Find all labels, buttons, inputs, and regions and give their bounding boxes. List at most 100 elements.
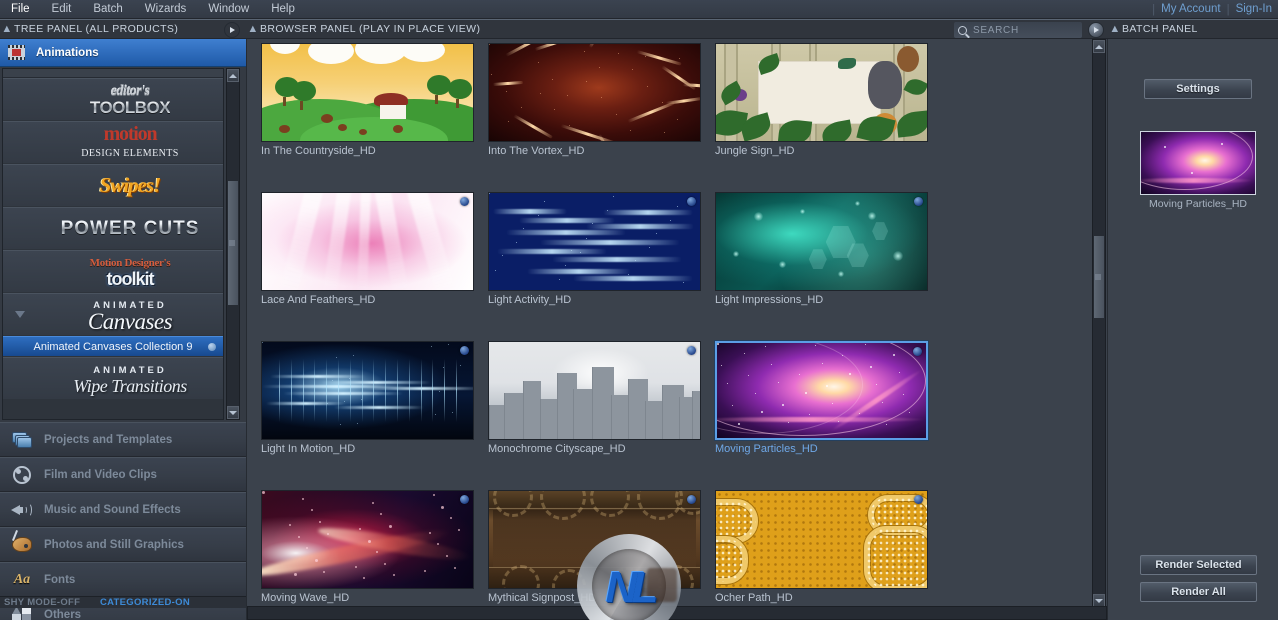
logo-line-1: Motion Designer's [89, 257, 171, 269]
thumbnail-cell[interactable]: Mythical Signpost_HD [488, 490, 701, 604]
triangle-right-icon[interactable] [3, 224, 37, 234]
search-icon [958, 25, 967, 35]
thumbnail-cell[interactable]: Ocher Path_HD [715, 490, 928, 604]
tree-item-editors-toolbox[interactable]: editor's TOOLBOX [3, 78, 223, 120]
thumbnail-cell[interactable]: Lace And Feathers_HD [261, 192, 474, 306]
thumbnail-image[interactable] [488, 192, 701, 291]
menu-edit[interactable]: Edit [41, 0, 83, 19]
search-input[interactable] [973, 24, 1073, 36]
menu-help[interactable]: Help [260, 0, 306, 19]
tree-item-motion-design-elements[interactable]: motion DESIGN ELEMENTS [3, 121, 223, 163]
film-reel-icon [0, 465, 44, 484]
render-all-button[interactable]: Render All [1140, 582, 1257, 602]
product-tree[interactable]: editor's TOOLBOX motion DESIGN ELEMENTS [2, 68, 224, 420]
triangle-right-icon[interactable] [3, 181, 37, 191]
logo-line-1: POWER CUTS [60, 218, 200, 239]
scroll-up-button[interactable] [227, 69, 239, 82]
thumbnail-image[interactable] [715, 341, 928, 440]
tree-item-animated-wipe-transitions[interactable]: ANIMATED Wipe Transitions [3, 357, 223, 399]
thumbnail-image[interactable] [715, 43, 928, 142]
thumbnail-cell[interactable]: Moving Wave_HD [261, 490, 474, 604]
browser-hscrollbar[interactable] [247, 606, 1107, 620]
scroll-down-button[interactable] [227, 406, 239, 419]
thumbnail-cell[interactable]: Moving Particles_HD [715, 341, 928, 455]
sidebar-item-fonts[interactable]: Aa Fonts [0, 562, 246, 597]
thumbnail-image[interactable] [261, 43, 474, 142]
scrollbar-thumb[interactable] [228, 181, 238, 305]
thumbnail-art [489, 44, 700, 141]
search-go-button[interactable] [1088, 22, 1104, 38]
sidebar-item-music-and-sound-effects[interactable]: Music and Sound Effects [0, 492, 246, 527]
new-badge-icon [687, 197, 696, 206]
tree-panel-title: TREE PANEL (ALL PRODUCTS) [14, 23, 179, 35]
tree-item-animated-canvases[interactable]: ANIMATED Canvases [3, 293, 223, 335]
scrollbar-thumb[interactable] [1094, 236, 1104, 318]
thumbnail-cell[interactable]: Light Impressions_HD [715, 192, 928, 306]
shy-mode-status[interactable]: SHY MODE-OFF [4, 597, 80, 608]
batch-queue-item[interactable]: Moving Particles_HD [1140, 131, 1256, 210]
thumbnail-cell[interactable]: Light Activity_HD [488, 192, 701, 306]
thumbnail-cell[interactable]: Jungle Sign_HD [715, 43, 928, 157]
chevron-down-icon [1095, 598, 1103, 603]
thumbnail-cell[interactable]: Monochrome Cityscape_HD [488, 341, 701, 455]
thumbnail-label: Jungle Sign_HD [715, 145, 795, 157]
thumbnail-label: Light Activity_HD [488, 294, 572, 306]
my-account-link[interactable]: My Account [1155, 0, 1226, 19]
batch-item-thumbnail[interactable] [1140, 131, 1256, 195]
thumbnail-cell[interactable]: Light In Motion_HD [261, 341, 474, 455]
tree-scrollbar[interactable] [226, 68, 240, 420]
sidebar-item-projects-and-templates[interactable]: Projects and Templates [0, 422, 246, 457]
thumbnail-image[interactable] [715, 192, 928, 291]
new-badge-icon [914, 495, 923, 504]
thumbnail-image[interactable] [261, 192, 474, 291]
triangle-right-icon[interactable] [3, 374, 37, 384]
tree-item-swipes[interactable]: Swipes! [3, 164, 223, 206]
sidebar-item-photos-and-still-graphics[interactable]: Photos and Still Graphics [0, 527, 246, 562]
thumbnail-image[interactable] [715, 490, 928, 589]
sidebar-item-label: Fonts [44, 573, 76, 586]
grip-icon [229, 240, 235, 246]
menu-file[interactable]: File [0, 0, 41, 19]
triangle-right-icon[interactable] [3, 138, 37, 148]
tree-item-motion-designers-toolkit[interactable]: Motion Designer's toolkit [3, 250, 223, 292]
thumbnail-cell[interactable]: Into The Vortex_HD [488, 43, 701, 157]
thumbnail-image[interactable] [261, 341, 474, 440]
settings-button[interactable]: Settings [1144, 79, 1252, 99]
tree-child-animated-canvases-collection-9[interactable]: Animated Canvases Collection 9 [3, 336, 223, 356]
thumbnail-cell[interactable]: In The Countryside_HD [261, 43, 474, 157]
menu-wizards[interactable]: Wizards [134, 0, 198, 19]
product-logo-power-cuts: POWER CUTS [37, 219, 223, 238]
new-badge-icon [460, 346, 469, 355]
chevron-up-icon[interactable]: ▲ [246, 23, 260, 35]
sidebar-item-film-and-video-clips[interactable]: Film and Video Clips [0, 457, 246, 492]
tree-panel-expand-button[interactable] [224, 22, 240, 38]
browser-scrollbar[interactable] [1092, 39, 1106, 608]
tree-item-power-cuts[interactable]: POWER CUTS [3, 207, 223, 249]
sign-in-link[interactable]: Sign-In [1230, 0, 1278, 19]
scroll-up-button[interactable] [1093, 40, 1105, 53]
product-logo-motion-designers-toolkit: Motion Designer's toolkit [37, 254, 223, 289]
categorized-status[interactable]: CATEGORIZED-ON [100, 597, 190, 608]
triangle-down-icon[interactable] [3, 311, 37, 318]
layers-stack-icon [0, 431, 44, 448]
thumbnail-label: Ocher Path_HD [715, 592, 793, 604]
menu-window[interactable]: Window [197, 0, 260, 19]
chevron-up-icon[interactable]: ▲ [1108, 23, 1122, 35]
render-selected-button[interactable]: Render Selected [1140, 555, 1257, 575]
triangle-right-icon[interactable] [3, 267, 37, 277]
menu-batch[interactable]: Batch [82, 0, 133, 19]
thumbnail-label: Monochrome Cityscape_HD [488, 443, 626, 455]
account-links: | My Account | Sign-In [1152, 0, 1278, 19]
triangle-right-icon[interactable] [3, 95, 37, 105]
chevron-up-icon[interactable]: ▲ [0, 23, 14, 35]
thumbnail-image[interactable] [488, 43, 701, 142]
browser-panel: In The Countryside_HD Into The Vortex_HD J… [246, 39, 1108, 620]
search-box[interactable] [954, 22, 1082, 38]
sidebar-item-animations[interactable]: Animations [0, 39, 246, 67]
thumbnail-image[interactable] [488, 490, 701, 589]
thumbnail-image[interactable] [261, 490, 474, 589]
thumbnail-label: Moving Wave_HD [261, 592, 350, 604]
batch-panel-header: ▲ BATCH PANEL [1108, 19, 1278, 39]
thumbnail-image[interactable] [488, 341, 701, 440]
browser-panel-title: BROWSER PANEL (PLAY IN PLACE VIEW) [260, 23, 481, 35]
